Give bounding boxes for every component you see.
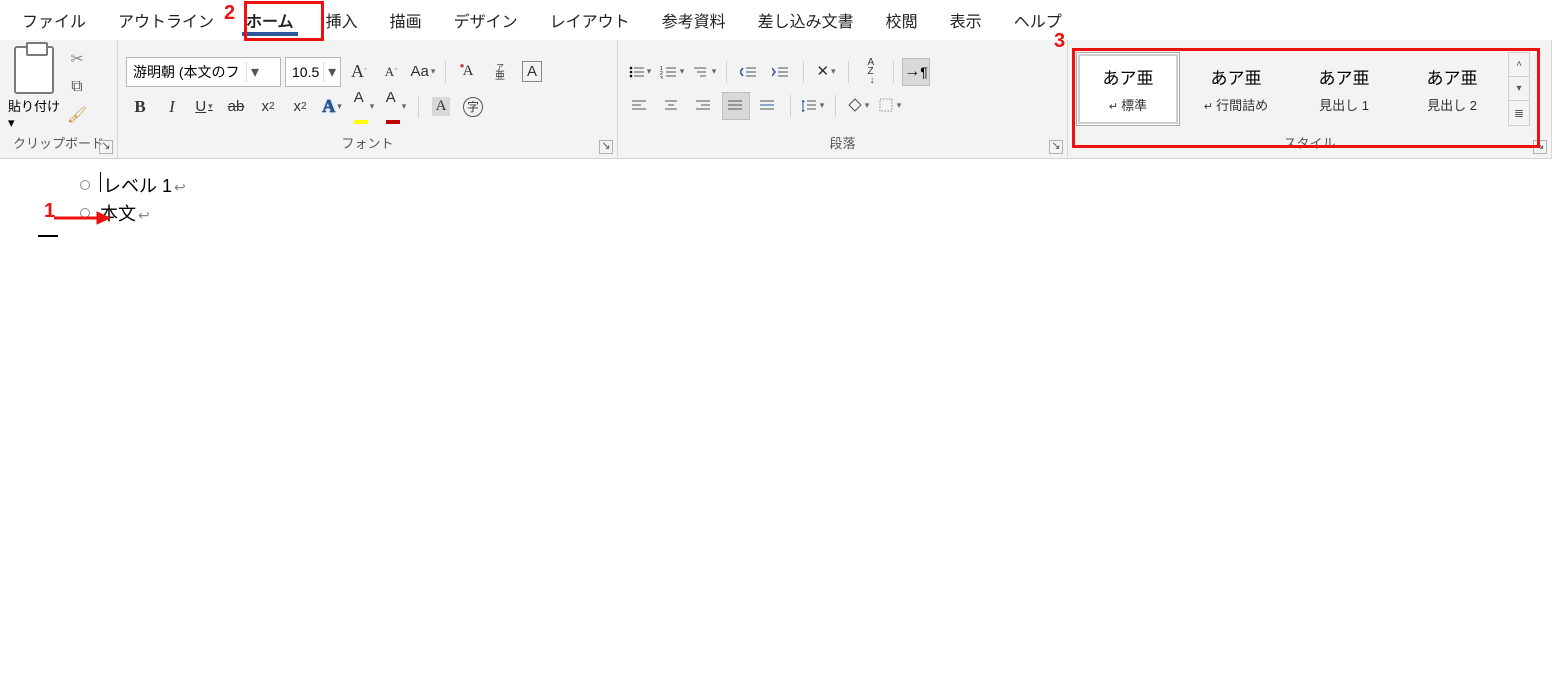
document-area[interactable]: レベル 1↩ 本文↩ [0,159,1552,249]
sort-button[interactable]: AZ [857,58,885,86]
font-size-combo[interactable]: 10.5 ▾ [285,57,341,87]
tab-draw[interactable]: 描画 [374,2,438,38]
styles-launcher[interactable]: ↘ [1533,140,1547,154]
outline-marker-icon [80,208,90,218]
end-of-document-mark [38,235,58,237]
clipboard-launcher[interactable]: ↘ [99,140,113,154]
subscript-button[interactable]: x2 [254,93,282,121]
tab-design[interactable]: デザイン [438,2,534,38]
style-no-spacing[interactable]: あア亜 ↵ 行間詰め [1184,52,1288,126]
font-launcher[interactable]: ↘ [599,140,613,154]
change-case-button[interactable]: Aa [409,58,437,86]
group-clipboard: 貼り付け▾ ✂ ⧉ 🖌 クリップボード ↘ [0,40,118,158]
group-paragraph: 123 ✕ AZ →¶ [618,40,1068,158]
group-title-paragraph: 段落 [626,131,1059,156]
font-name-value: 游明朝 (本文のフ [127,62,246,82]
cut-button[interactable]: ✂ [66,48,88,70]
bullets-button[interactable] [626,58,654,86]
shading-button[interactable] [844,92,872,120]
character-shading-button[interactable]: A [427,93,455,121]
style-normal[interactable]: あア亜 ↵ 標準 [1076,52,1180,126]
copy-icon: ⧉ [71,78,82,96]
font-color-button[interactable]: A [382,93,410,121]
align-center-button[interactable] [658,92,686,120]
align-left-button[interactable] [626,92,654,120]
decrease-indent-button[interactable] [735,58,763,86]
clear-formatting-button[interactable]: A [454,58,482,86]
style-heading1[interactable]: あア亜 見出し 1 [1292,52,1396,126]
text-effects-button[interactable]: A [318,93,346,121]
justify-button[interactable] [722,92,750,120]
styles-scroll-down[interactable]: ▾ [1509,77,1529,101]
line-spacing-button[interactable] [799,92,827,120]
styles-scroll: ˄ ▾ ≣ [1508,52,1530,126]
outline-marker-icon [80,180,90,190]
increase-font-button[interactable]: Aˆ [345,58,373,86]
ribbon: 貼り付け▾ ✂ ⧉ 🖌 クリップボード ↘ 游明朝 (本文のフ [0,40,1552,159]
highlight-button[interactable]: A [350,93,378,121]
enclose-characters-button[interactable]: 字 [459,93,487,121]
scissors-icon: ✂ [70,49,83,69]
ribbon-tabs: ファイル アウトライン ホーム 挿入 描画 デザイン レイアウト 参考資料 差し… [0,0,1552,40]
borders-button[interactable] [876,92,904,120]
font-size-value: 10.5 [286,64,323,80]
tab-view[interactable]: 表示 [934,2,998,38]
group-title-clipboard: クリップボード [8,131,109,156]
chevron-down-icon[interactable]: ▾ [8,115,15,130]
group-title-font: フォント [126,131,609,156]
styles-more-button[interactable]: ≣ [1509,101,1529,124]
superscript-button[interactable]: x2 [286,93,314,121]
show-marks-button[interactable]: →¶ [902,58,930,86]
tab-mailings[interactable]: 差し込み文書 [742,2,870,38]
outline-line-1[interactable]: レベル 1↩ [100,172,186,198]
character-border-button[interactable]: A [518,58,546,86]
tab-help[interactable]: ヘルプ [998,2,1078,38]
multilevel-list-button[interactable] [690,58,718,86]
tab-home[interactable]: ホーム [230,2,310,38]
style-heading2[interactable]: あア亜 見出し 2 [1400,52,1504,126]
align-right-button[interactable] [690,92,718,120]
copy-button[interactable]: ⧉ [66,76,88,98]
tab-insert[interactable]: 挿入 [310,2,374,38]
paste-button[interactable]: 貼り付け▾ [8,96,60,131]
format-painter-button[interactable]: 🖌 [66,104,88,126]
styles-gallery: あア亜 ↵ 標準 あア亜 ↵ 行間詰め あア亜 見出し 1 あア亜 [1076,52,1504,126]
distribute-button[interactable] [754,92,782,120]
tab-layout[interactable]: レイアウト [534,2,646,38]
tab-references[interactable]: 参考資料 [646,2,742,38]
text-direction-button[interactable]: ✕ [812,58,840,86]
svg-text:3: 3 [660,76,663,79]
bold-button[interactable]: B [126,93,154,121]
chevron-down-icon[interactable]: ▾ [323,62,340,82]
outline-line-2[interactable]: 本文↩ [100,200,150,226]
decrease-font-button[interactable]: Aˇ [377,58,405,86]
brush-icon: 🖌 [67,105,87,125]
tab-file[interactable]: ファイル [6,2,102,38]
strikethrough-button[interactable]: ab [222,93,250,121]
paste-icon[interactable] [14,46,54,94]
group-styles: あア亜 ↵ 標準 あア亜 ↵ 行間詰め あア亜 見出し 1 あア亜 [1068,40,1552,158]
tab-outline[interactable]: アウトライン [102,2,230,38]
group-font: 游明朝 (本文のフ ▾ 10.5 ▾ Aˆ Aˇ Aa A ア亜 A [118,40,618,158]
underline-button[interactable]: U [190,93,218,121]
chevron-down-icon[interactable]: ▾ [246,62,264,82]
group-title-styles: スタイル [1076,131,1543,156]
increase-indent-button[interactable] [767,58,795,86]
styles-scroll-up[interactable]: ˄ [1509,53,1529,77]
font-name-combo[interactable]: 游明朝 (本文のフ ▾ [126,57,281,87]
numbering-button[interactable]: 123 [658,58,686,86]
tab-review[interactable]: 校閲 [870,2,934,38]
italic-button[interactable]: I [158,93,186,121]
phonetic-guide-button[interactable]: ア亜 [486,58,514,86]
paragraph-launcher[interactable]: ↘ [1049,140,1063,154]
